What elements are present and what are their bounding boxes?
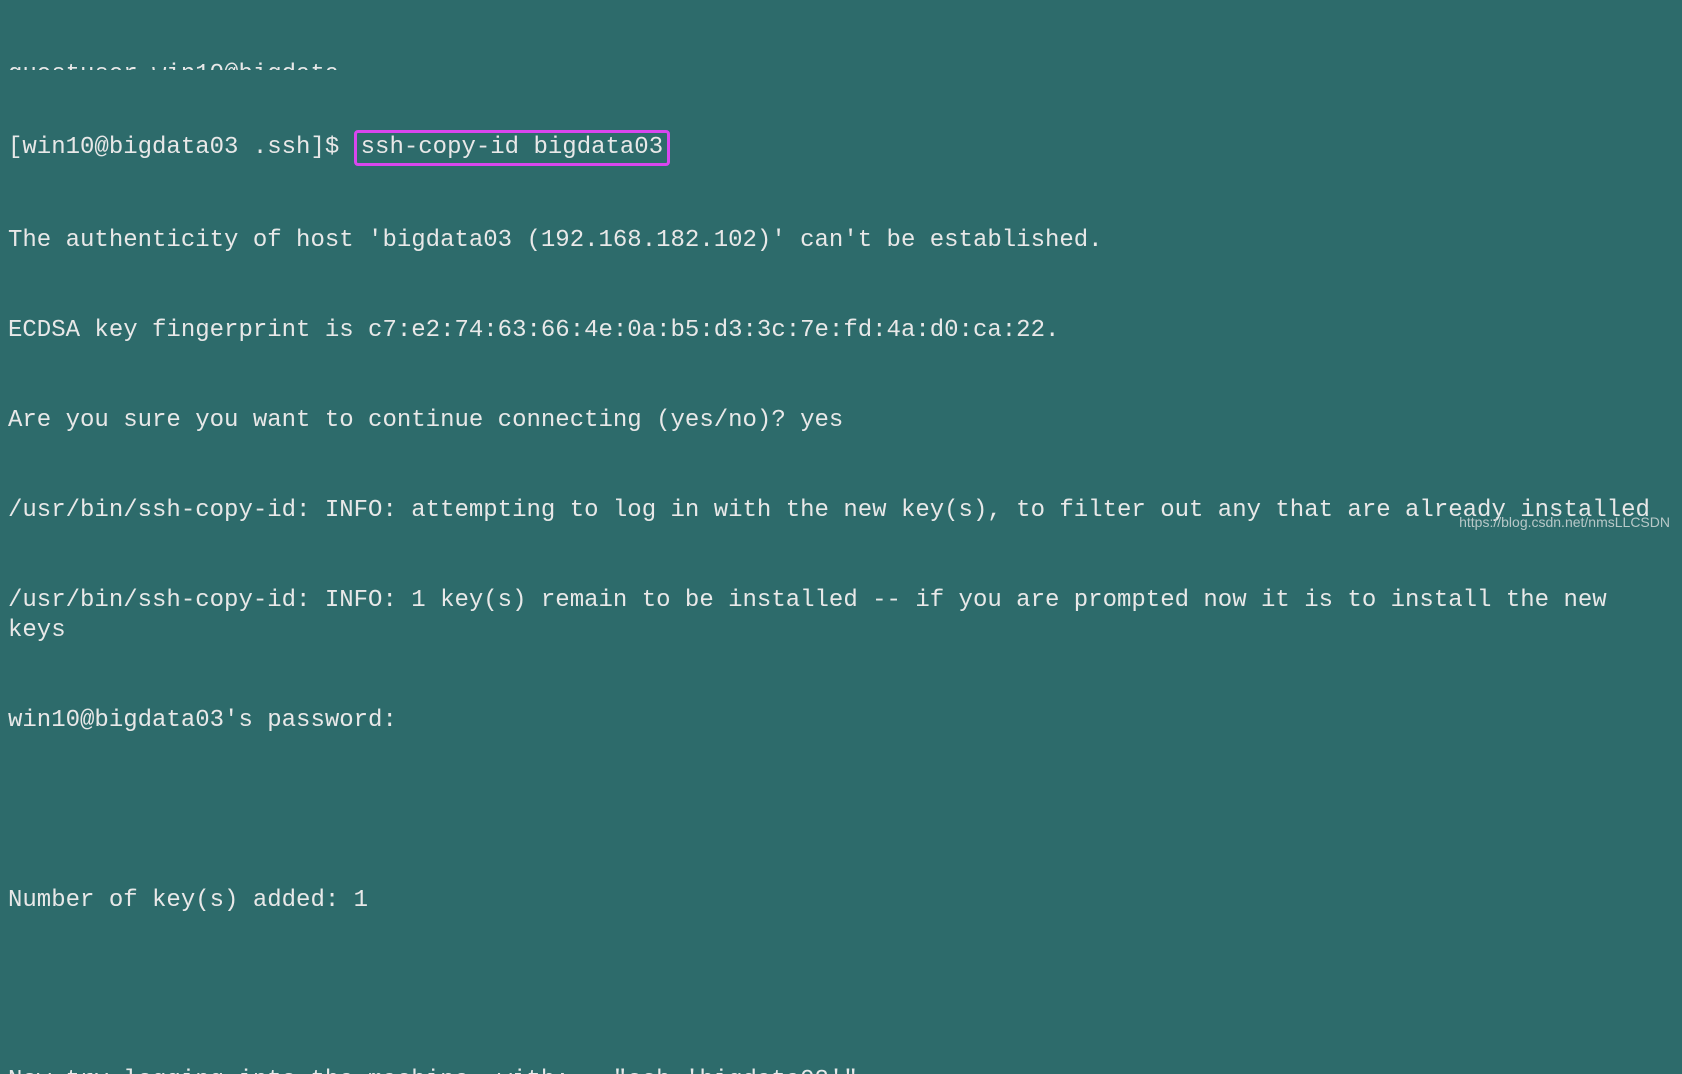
truncated-line: guestuser win10@bigdata .	[8, 62, 1674, 70]
terminal-output[interactable]: guestuser win10@bigdata . [win10@bigdata…	[0, 0, 1682, 1074]
output-line: The authenticity of host 'bigdata03 (192…	[8, 226, 1674, 256]
output-line: ECDSA key fingerprint is c7:e2:74:63:66:…	[8, 316, 1674, 346]
output-line	[8, 976, 1674, 1006]
output-line: win10@bigdata03's password:	[8, 706, 1674, 736]
output-line: Now try logging into the machine, with: …	[8, 1066, 1674, 1074]
output-line: /usr/bin/ssh-copy-id: INFO: attempting t…	[8, 496, 1674, 526]
shell-prompt: [win10@bigdata03 .ssh]$	[8, 134, 354, 161]
output-line: Are you sure you want to continue connec…	[8, 406, 1674, 436]
output-line: /usr/bin/ssh-copy-id: INFO: 1 key(s) rem…	[8, 586, 1674, 646]
command-highlight: ssh-copy-id bigdata03	[354, 130, 670, 166]
command-text: ssh-copy-id bigdata03	[361, 134, 663, 161]
output-line: Number of key(s) added: 1	[8, 886, 1674, 916]
prompt-line: [win10@bigdata03 .ssh]$ ssh-copy-id bigd…	[8, 130, 1674, 166]
output-line	[8, 796, 1674, 826]
watermark-text: https://blog.csdn.net/nmsLLCSDN	[1459, 514, 1670, 532]
